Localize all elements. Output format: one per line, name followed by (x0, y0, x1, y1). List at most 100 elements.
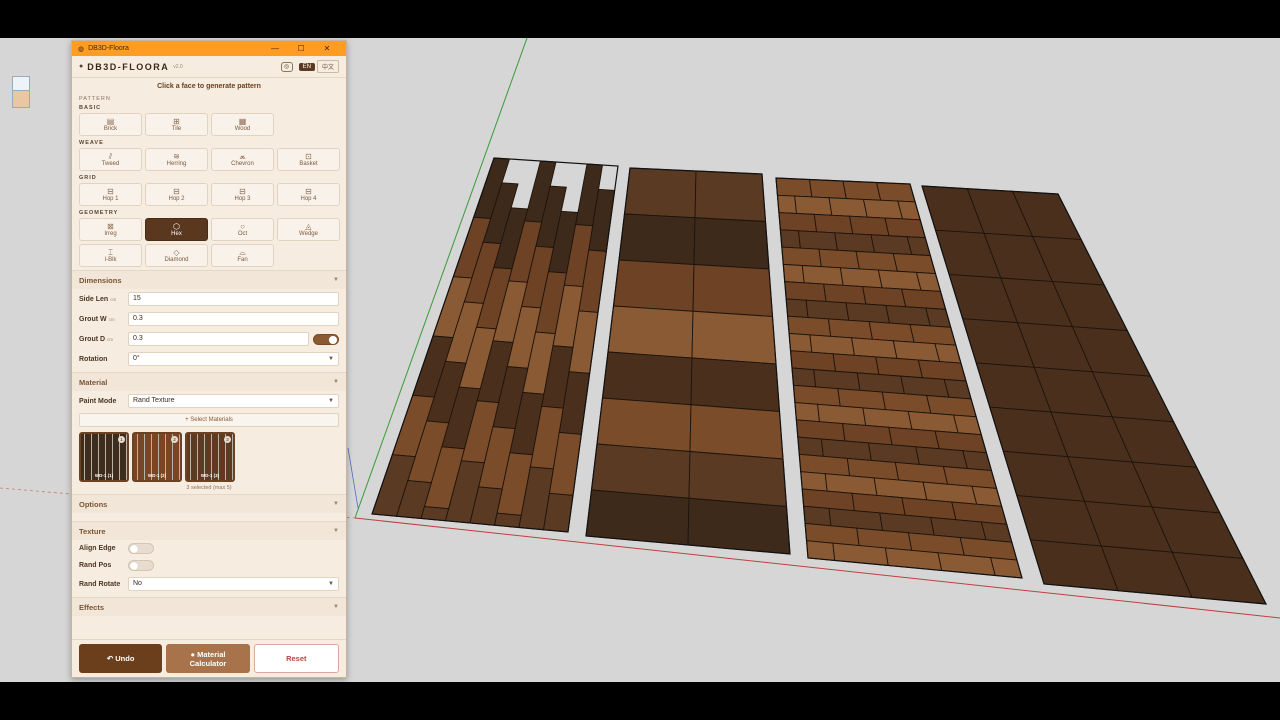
floor-tile (694, 170, 766, 222)
pattern-button-basket[interactable]: ⊡ Basket (277, 148, 340, 171)
pattern-button-herring[interactable]: ≋ Herring (145, 148, 208, 171)
thumbnail-index: 1 (118, 436, 125, 443)
material-header[interactable]: Material ▼ (72, 372, 346, 391)
lang-zh-button[interactable]: 中文 (316, 60, 339, 73)
wood-plank-floor[interactable] (371, 157, 619, 533)
lang-en-button[interactable]: EN (298, 62, 315, 71)
minimize-button[interactable]: — (262, 44, 288, 53)
thumbnail-label: WD-1 (1) (94, 473, 114, 478)
floor-tile (934, 343, 962, 364)
pattern-button-i-blk[interactable]: ⌶ I-Blk (79, 244, 142, 267)
grout-w-input[interactable]: 0.3 (128, 312, 339, 326)
undo-button[interactable]: ↶ Undo (79, 644, 163, 673)
material-thumbnail[interactable]: 1 WD-1 (1) (79, 432, 129, 482)
calc-line2: Calculator (189, 658, 227, 668)
grout-w-text: Grout W (79, 315, 107, 323)
pattern-button-brick[interactable]: ▤ Brick (79, 113, 142, 136)
rand-rotate-select[interactable]: No ▼ (128, 577, 339, 591)
pattern-button-hop-2[interactable]: ⊟ Hop 2 (145, 183, 208, 206)
floor-tile (687, 497, 791, 555)
side-len-row: Side Len cm 15 (72, 289, 346, 309)
pattern-button-oct[interactable]: ○ Oct (211, 218, 274, 241)
dimensions-header[interactable]: Dimensions ▼ (72, 270, 346, 289)
floora-panel: ◍ DB3D-Floora — ☐ ✕ ● DB3D-FLOORA v2.0 ◎… (71, 40, 347, 678)
pattern-button-hop-4[interactable]: ⊟ Hop 4 (277, 183, 340, 206)
pattern-icon: ⌓ (239, 248, 246, 257)
floor-tile (805, 299, 850, 321)
rand-rotate-row: Rand Rotate No ▼ (72, 574, 346, 594)
floor-tile (892, 253, 937, 275)
pattern-label: Hop 4 (300, 196, 317, 202)
select-materials-button[interactable]: + Select Materials (79, 413, 339, 427)
pattern-button-wedge[interactable]: ◬ Wedge (277, 218, 340, 241)
floor-tile (692, 264, 773, 317)
floor-tile (808, 179, 847, 200)
pattern-label: Hop 3 (234, 196, 251, 202)
floor-tile (782, 263, 805, 284)
pattern-button-tile[interactable]: ⊞ Tile (145, 113, 208, 136)
grout-d-toggle[interactable] (313, 333, 339, 345)
reset-button[interactable]: Reset (253, 644, 339, 673)
window-titlebar[interactable]: ◍ DB3D-Floora — ☐ ✕ (72, 41, 346, 56)
pattern-label: Oct (237, 231, 248, 237)
floor-tile (845, 302, 891, 324)
pattern-groups: BASIC ▤ Brick ⊞ Tile ▦ Wood WEAVE ⫽ Tweed ≋ Herring… (72, 104, 346, 267)
floor-tile (779, 229, 801, 249)
grout-d-row: Grout Dcm 0.3 (72, 329, 346, 349)
pattern-button-tweed[interactable]: ⫽ Tweed (79, 148, 142, 171)
dimensions-title: Dimensions (79, 275, 122, 285)
pattern-button-hop-3[interactable]: ⊟ Hop 3 (211, 183, 274, 206)
pattern-grid: ▤ Brick ⊞ Tile ▦ Wood (72, 113, 346, 136)
pattern-button-chevron[interactable]: ⩕ Chevron (211, 148, 274, 171)
material-thumbnail[interactable]: 3 WD-1 (3) (185, 432, 235, 482)
floor-tile (601, 351, 693, 406)
grout-d-unit: cm (107, 336, 114, 342)
material-calculator-button[interactable]: ● Material Calculator (166, 644, 250, 673)
window-title: DB3D-Floora (88, 45, 129, 52)
material-thumbnail[interactable]: 2 WD-1 (2) (132, 432, 182, 482)
grout-d-label: Grout Dcm (79, 336, 128, 343)
options-header[interactable]: Options ▼ (72, 494, 346, 513)
floor-tile (775, 177, 813, 198)
floor-tile (818, 248, 860, 270)
tile-floor[interactable] (585, 167, 791, 555)
floor-tile (596, 397, 692, 452)
pattern-button-hop-1[interactable]: ⊟ Hop 1 (79, 183, 142, 206)
thumbnail-index: 2 (171, 436, 178, 443)
pattern-icon: ⊟ (305, 187, 312, 196)
instagram-icon[interactable]: ◎ (280, 61, 293, 72)
calculator-label: ● Material Calculator (190, 650, 227, 668)
rand-rotate-value: No (133, 580, 142, 587)
align-edge-toggle[interactable] (128, 543, 154, 554)
pattern-button-diamond[interactable]: ◇ Diamond (145, 244, 208, 267)
pattern-button-hex[interactable]: ⬡ Hex (145, 218, 208, 241)
align-edge-label: Align Edge (79, 545, 116, 552)
effects-title: Effects (79, 602, 105, 612)
floor-tile (691, 310, 777, 365)
paint-mode-select[interactable]: Rand Texture ▼ (128, 394, 339, 408)
maximize-button[interactable]: ☐ (288, 44, 314, 53)
rand-pos-toggle[interactable] (128, 560, 154, 571)
rotation-select[interactable]: 0° ▼ (128, 352, 339, 366)
pattern-button-fan[interactable]: ⌓ Fan (211, 244, 274, 267)
floor-tile (690, 357, 780, 412)
pattern-label: Wedge (299, 231, 318, 237)
close-button[interactable]: ✕ (314, 44, 340, 53)
pattern-button-wood[interactable]: ▦ Wood (211, 113, 274, 136)
floor-tile (806, 540, 836, 561)
pattern-button-irreg[interactable]: ⊠ Irreg (79, 218, 142, 241)
pattern-grid: ⊠ Irreg ⬡ Hex ○ Oct ◬ Wedge ⌶ I-Blk ◇ Diamond ⌓ Fan (72, 218, 346, 267)
side-len-input[interactable]: 15 (128, 292, 339, 306)
pattern-icon: ⊞ (173, 117, 180, 126)
dropdown-arrow-icon: ▼ (328, 581, 334, 587)
calculator-icon: ● (190, 649, 196, 659)
effects-header[interactable]: Effects ▼ (72, 597, 346, 616)
material-title: Material (79, 377, 108, 387)
pattern-icon: ≋ (173, 152, 180, 161)
rotation-label: Rotation (79, 355, 108, 363)
floor-tile (590, 443, 691, 499)
pattern-grid: ⫽ Tweed ≋ Herring ⩕ Chevron ⊡ Basket (72, 148, 346, 171)
grout-d-input[interactable]: 0.3 (128, 332, 309, 346)
texture-header[interactable]: Texture ▼ (72, 521, 346, 540)
floor-texture-icon[interactable] (12, 90, 30, 108)
